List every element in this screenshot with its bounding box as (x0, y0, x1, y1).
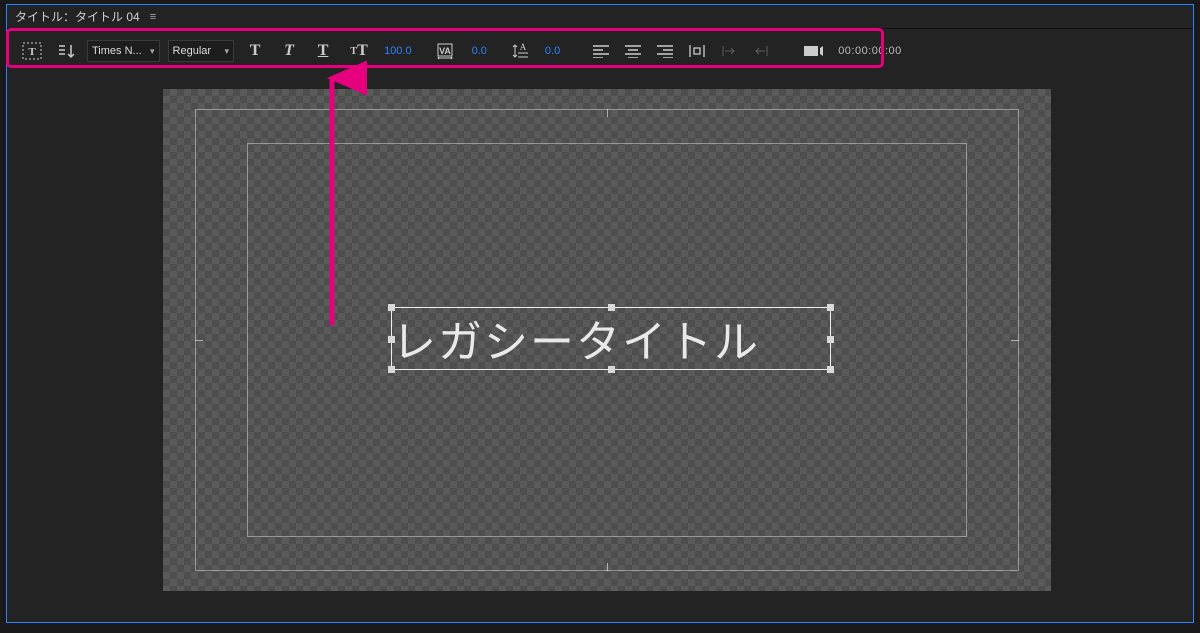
font-size-value[interactable]: 100.0 (382, 45, 414, 57)
resize-handle[interactable] (827, 304, 834, 311)
panel-menu-icon[interactable]: ≡ (150, 11, 156, 23)
resize-handle[interactable] (827, 336, 834, 343)
font-style-label: Regular (173, 45, 221, 57)
svg-text:T: T (28, 46, 36, 58)
align-center-button[interactable] (620, 38, 646, 64)
font-style-dropdown[interactable]: Regular ▾ (168, 40, 235, 62)
title-canvas[interactable]: レガシータイトル (163, 89, 1051, 591)
tab-title: タイトル：タイトル 04 (15, 8, 140, 25)
bold-button[interactable]: T (242, 38, 268, 64)
font-family-dropdown[interactable]: Times N... ▾ (87, 40, 160, 62)
title-properties-toolbar: T Times N... ▾ Regular ▾ T T T TT 100.0 … (15, 33, 1185, 69)
selection-roll-icon[interactable] (53, 38, 79, 64)
kerning-value[interactable]: 0.0 (470, 45, 489, 57)
italic-button[interactable]: T (276, 38, 302, 64)
titler-panel: タイトル：タイトル 04 ≡ T Times N... ▾ Regular ▾ … (6, 4, 1194, 623)
resize-handle[interactable] (388, 304, 395, 311)
align-right-button[interactable] (652, 38, 678, 64)
alignment-group (588, 38, 774, 64)
align-left-button[interactable] (588, 38, 614, 64)
leading-icon: A (509, 38, 535, 64)
resize-handle[interactable] (827, 366, 834, 373)
chevron-down-icon: ▾ (225, 46, 230, 57)
distribute-button[interactable] (684, 38, 710, 64)
show-video-icon[interactable] (800, 38, 826, 64)
chevron-down-icon: ▾ (150, 46, 155, 57)
font-size-icon: TT (344, 38, 374, 64)
tab-stop-right-button (748, 38, 774, 64)
resize-handle[interactable] (608, 366, 615, 373)
svg-text:A: A (520, 42, 527, 52)
panel-tab-header[interactable]: タイトル：タイトル 04 ≡ (7, 5, 1193, 29)
leading-value[interactable]: 0.0 (543, 45, 562, 57)
tab-stop-left-button (716, 38, 742, 64)
resize-handle[interactable] (388, 366, 395, 373)
title-text-content[interactable]: レガシータイトル (392, 318, 760, 367)
resize-handle[interactable] (388, 336, 395, 343)
timecode-value[interactable]: 00:00:00:00 (838, 45, 902, 57)
type-tool-icon[interactable]: T (19, 38, 45, 64)
underline-button[interactable]: T (310, 38, 336, 64)
svg-text:VA: VA (439, 46, 451, 56)
resize-handle[interactable] (608, 304, 615, 311)
font-family-label: Times N... (92, 45, 146, 57)
kerning-icon: VA (434, 38, 462, 64)
title-text-box[interactable]: レガシータイトル (391, 307, 831, 370)
